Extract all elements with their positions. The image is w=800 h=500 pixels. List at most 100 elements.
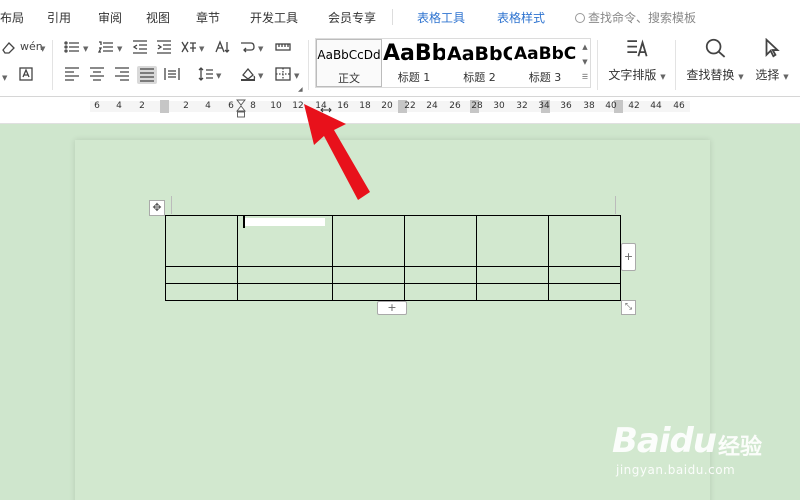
ribbon-separator	[597, 40, 598, 90]
text-layout-button[interactable]: 文字排版 ▼	[604, 38, 670, 83]
table-cell[interactable]	[404, 266, 477, 284]
phonetic-guide-icon[interactable]: wén	[20, 39, 43, 55]
tab-table-tools[interactable]: 表格工具	[417, 9, 465, 26]
table-cell[interactable]	[476, 266, 549, 284]
increase-indent-icon[interactable]	[155, 40, 173, 56]
align-right-icon[interactable]	[113, 67, 131, 83]
tab-review[interactable]: 审阅	[98, 9, 122, 26]
select-button[interactable]: 选择 ▼	[752, 37, 792, 83]
eraser-icon[interactable]	[0, 40, 18, 56]
watermark-brand: Baidu	[612, 421, 717, 461]
watermark-product: 经验	[718, 435, 763, 460]
style-preview: AaBbCcDd	[317, 48, 381, 62]
table-cell[interactable]	[332, 266, 405, 284]
chevron-up-icon[interactable]: ▲	[580, 40, 590, 55]
find-replace-button[interactable]: 查找替换 ▼	[683, 38, 747, 83]
ruler-number: 30	[493, 101, 505, 111]
tab-chapter[interactable]: 章节	[196, 9, 220, 26]
style-heading-3[interactable]: AaBbC 标题 3	[514, 39, 576, 87]
table-cell[interactable]	[548, 266, 621, 284]
ruler-number: 10	[270, 101, 282, 111]
style-name: 正文	[338, 72, 360, 85]
baidu-jingyan-watermark: Baidu 经验 jingyan.baidu.com	[612, 413, 792, 493]
text-layout-label: 文字排版 ▼	[608, 68, 666, 82]
style-preview: AaBbC	[514, 44, 576, 64]
chevron-down-icon: ▼	[258, 45, 264, 53]
tab-layout[interactable]: 布局	[0, 9, 24, 26]
justify-icon[interactable]	[137, 66, 157, 84]
decrease-indent-icon[interactable]	[131, 40, 149, 56]
indent-marker-icon[interactable]	[236, 99, 246, 119]
table-cell[interactable]	[332, 283, 405, 301]
table-cell[interactable]	[165, 283, 238, 301]
menu-bar: 布局 引用 审阅 视图 章节 开发工具 会员专享 表格工具 表格样式 查找命令、…	[0, 0, 800, 34]
borders-icon[interactable]	[274, 67, 292, 83]
table-cell[interactable]	[476, 215, 549, 267]
chevron-down-icon[interactable]: ▼	[580, 55, 590, 70]
table-cell[interactable]	[548, 283, 621, 301]
ruler-number: 20	[381, 101, 393, 111]
search-box[interactable]: 查找命令、搜索模板	[575, 9, 696, 26]
ruler-number: 42	[628, 101, 640, 111]
style-heading-1[interactable]: AaBb 标题 1	[383, 39, 445, 87]
tab-view[interactable]: 视图	[146, 9, 170, 26]
line-spacing-icon[interactable]	[197, 67, 215, 83]
cell-text-highlight	[243, 218, 325, 226]
horizontal-ruler[interactable]: 6 4 2 2 4 6 8 10 12 14 16 18 20 22 24 26…	[0, 97, 800, 124]
menu-separator	[392, 9, 393, 25]
table-cell[interactable]	[476, 283, 549, 301]
ruler-number: 44	[650, 101, 662, 111]
ruler-number: 46	[673, 101, 685, 111]
cursor-select-icon	[760, 37, 784, 60]
align-left-icon[interactable]	[63, 67, 81, 83]
table-cell[interactable]	[165, 266, 238, 284]
tab-member[interactable]: 会员专享	[328, 9, 376, 26]
distribute-icon[interactable]	[163, 67, 181, 83]
align-center-icon[interactable]	[88, 67, 106, 83]
style-heading-2[interactable]: AaBbC 标题 2	[447, 39, 512, 87]
add-column-button[interactable]: +	[621, 243, 636, 271]
ruler-number: 36	[560, 101, 572, 111]
table-ruler-icon[interactable]	[274, 40, 292, 56]
style-normal[interactable]: AaBbCcDd 正文	[316, 39, 382, 87]
tab-developer[interactable]: 开发工具	[250, 9, 298, 26]
table-cell[interactable]	[237, 266, 333, 284]
table-cell[interactable]	[404, 215, 477, 267]
tab-table-style[interactable]: 表格样式	[497, 9, 545, 26]
styles-scroll[interactable]: ▲ ▼ ☰	[580, 40, 590, 86]
chevron-down-icon: ▼	[40, 45, 46, 53]
table-resize-handle[interactable]: ⤡	[621, 300, 636, 315]
ruler-number: 8	[250, 101, 256, 111]
chinese-layout-icon[interactable]	[180, 40, 198, 56]
document-table[interactable]	[165, 215, 621, 301]
char-border-icon[interactable]	[17, 67, 35, 83]
search-placeholder: 查找命令、搜索模板	[588, 11, 697, 25]
ruler-number: 22	[404, 101, 416, 111]
ribbon-separator	[675, 40, 676, 90]
ruler-number: 2	[139, 101, 145, 111]
table-cell[interactable]	[404, 283, 477, 301]
style-name: 标题 2	[463, 71, 496, 84]
chevron-down-icon: ▼	[117, 45, 123, 53]
line-break-icon[interactable]	[238, 40, 256, 56]
find-icon	[703, 38, 727, 60]
table-cell[interactable]	[237, 283, 333, 301]
add-row-button[interactable]: +	[377, 301, 407, 315]
ruler-number: 24	[426, 101, 438, 111]
table-cell[interactable]	[548, 215, 621, 267]
ruler-number: 34	[538, 101, 550, 111]
expand-gallery-icon[interactable]: ☰	[580, 70, 590, 85]
text-direction-icon[interactable]	[213, 40, 231, 56]
chevron-down-icon: ▼	[258, 72, 264, 80]
table-row	[165, 215, 621, 267]
dialog-launcher-icon[interactable]: ◢	[298, 86, 303, 93]
ruler-number: 32	[516, 101, 528, 111]
bullet-list-icon[interactable]	[63, 40, 81, 56]
table-cell[interactable]	[332, 215, 405, 267]
shading-icon[interactable]	[239, 67, 257, 83]
table-cell[interactable]	[165, 215, 238, 267]
chevron-down-icon: ▼	[83, 45, 89, 53]
table-move-handle[interactable]: ✥	[149, 200, 165, 216]
tab-references[interactable]: 引用	[47, 9, 71, 26]
numbered-list-icon[interactable]	[97, 40, 115, 56]
